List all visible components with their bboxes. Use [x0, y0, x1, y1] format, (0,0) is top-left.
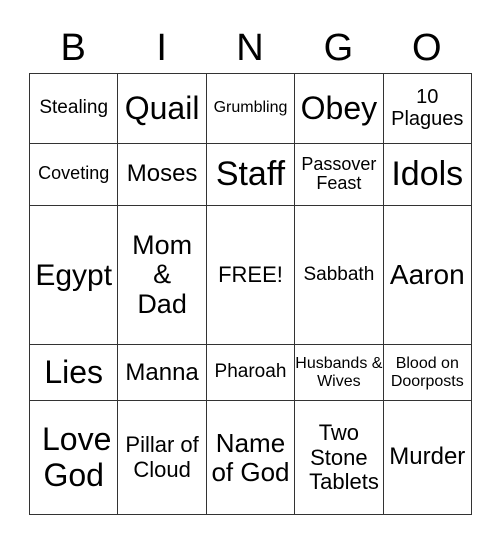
- header-letter-i: I: [156, 27, 167, 69]
- bingo-cell[interactable]: Pillar of Cloud: [117, 400, 207, 515]
- grid-row: Lies Manna Pharoah Husbands & Wives Bloo…: [28, 344, 473, 402]
- bingo-cell[interactable]: Name of God: [205, 400, 296, 515]
- bingo-cell[interactable]: Moses: [117, 142, 207, 207]
- header-letter-g: G: [323, 27, 354, 69]
- free-cell[interactable]: FREE!: [205, 205, 296, 346]
- grid-row: Stealing Quail Grumbling Obey 10 Plagues: [28, 73, 473, 144]
- bingo-cell[interactable]: Two Stone Tablets: [294, 400, 384, 515]
- bingo-cell[interactable]: Obey: [294, 73, 384, 144]
- bingo-cell[interactable]: Idols: [382, 142, 473, 207]
- bingo-cell[interactable]: Lies: [28, 344, 119, 402]
- bingo-cell[interactable]: Love God: [28, 400, 119, 515]
- bingo-cell[interactable]: Staff: [205, 142, 296, 207]
- bingo-cell[interactable]: Quail: [117, 73, 207, 144]
- bingo-cell[interactable]: Pharoah: [205, 344, 296, 402]
- grid-row: Love God Pillar of Cloud Name of God Two…: [28, 400, 473, 515]
- bingo-cell[interactable]: Aaron: [382, 205, 473, 346]
- grid-row: Coveting Moses Staff Passover Feast Idol…: [28, 142, 473, 207]
- grid-row: Egypt Mom & Dad FREE! Sabbath Aaron: [28, 205, 473, 346]
- bingo-cell[interactable]: Sabbath: [294, 205, 384, 346]
- bingo-cell[interactable]: Blood on Doorposts: [382, 344, 473, 402]
- bingo-cell[interactable]: Coveting: [28, 142, 119, 207]
- bingo-cell[interactable]: Manna: [117, 344, 207, 402]
- bingo-cell[interactable]: 10 Plagues: [382, 73, 473, 144]
- bingo-cell[interactable]: Stealing: [28, 73, 119, 144]
- bingo-grid: Stealing Quail Grumbling Obey 10 Plagues…: [28, 73, 473, 515]
- bingo-cell[interactable]: Passover Feast: [294, 142, 384, 207]
- header-letter-n: N: [236, 27, 264, 69]
- bingo-cell[interactable]: Grumbling: [205, 73, 296, 144]
- bingo-cell[interactable]: Husbands & Wives: [294, 344, 384, 402]
- header-letter-b: B: [60, 27, 86, 69]
- bingo-cell[interactable]: Egypt: [28, 205, 119, 346]
- bingo-cell[interactable]: Mom & Dad: [117, 205, 207, 346]
- bingo-cell[interactable]: Murder: [382, 400, 473, 515]
- header-letter-o: O: [412, 27, 442, 69]
- bingo-header: B I N G O: [29, 24, 471, 72]
